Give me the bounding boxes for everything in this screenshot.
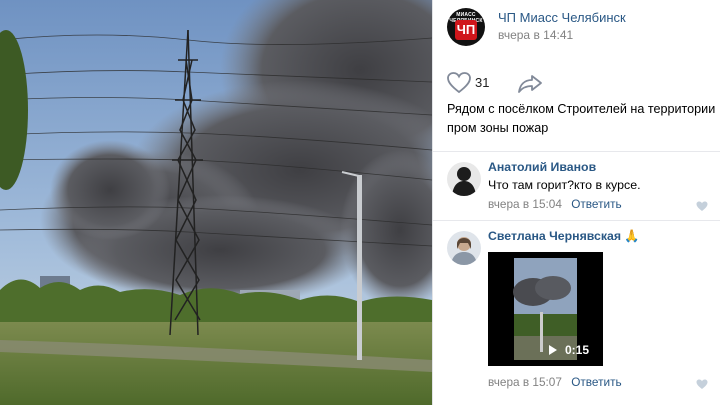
group-name-link[interactable]: ЧП Миасс Челябинск [498, 10, 626, 25]
post-timestamp[interactable]: вчера в 14:41 [498, 28, 573, 42]
comment-like-button[interactable] [696, 377, 708, 389]
post-side-panel: МИАСС ЧЕЛЯБИНСК ЧП ЧП Миасс Челябинск вч… [432, 0, 720, 405]
person-avatar-icon [447, 231, 481, 265]
small-heart-icon [696, 201, 708, 211]
reply-button[interactable]: Ответить [571, 375, 621, 389]
divider [433, 151, 720, 152]
small-heart-icon [696, 379, 708, 389]
post-header: МИАСС ЧЕЛЯБИНСК ЧП ЧП Миасс Челябинск вч… [447, 6, 712, 50]
commenter-avatar[interactable] [447, 231, 481, 265]
comment-text: Что там горит?кто в курсе. [488, 178, 641, 192]
comment-time[interactable]: вчера в 15:07 [488, 375, 562, 389]
comment-author[interactable]: Светлана Чернявская 🙏 [488, 229, 640, 244]
like-button[interactable] [447, 72, 471, 94]
fire-smoke-photo [0, 0, 432, 405]
avatar-logo: ЧП [455, 20, 477, 40]
reply-button[interactable]: Ответить [571, 197, 621, 211]
video-duration: 0:15 [564, 343, 589, 357]
post-photo[interactable] [0, 0, 432, 405]
like-count: 31 [475, 75, 490, 90]
share-button[interactable] [517, 73, 543, 95]
commenter-avatar[interactable] [447, 162, 481, 196]
post-text: Рядом с посёлком Строителей на территори… [447, 102, 716, 135]
divider [433, 220, 720, 221]
comment-like-button[interactable] [696, 199, 708, 211]
comment-item: Анатолий Иванов Что там горит?кто в курс… [447, 160, 714, 220]
person-avatar-icon [447, 162, 481, 196]
comment-item: Светлана Чернявская 🙏 0:15 вчера в 15:07… [447, 229, 714, 399]
comment-meta: вчера в 15:04 Ответить [488, 197, 622, 211]
post-actions: 31 [447, 72, 707, 96]
share-arrow-icon [518, 75, 542, 93]
comment-video[interactable]: 0:15 [488, 252, 603, 366]
play-icon [549, 345, 557, 355]
comment-time[interactable]: вчера в 15:04 [488, 197, 562, 211]
comment-author[interactable]: Анатолий Иванов [488, 160, 596, 174]
photo-viewer: МИАСС ЧЕЛЯБИНСК ЧП ЧП Миасс Челябинск вч… [0, 0, 720, 405]
heart-icon [447, 72, 471, 94]
comment-meta: вчера в 15:07 Ответить [488, 375, 622, 389]
group-avatar[interactable]: МИАСС ЧЕЛЯБИНСК ЧП [447, 8, 485, 46]
